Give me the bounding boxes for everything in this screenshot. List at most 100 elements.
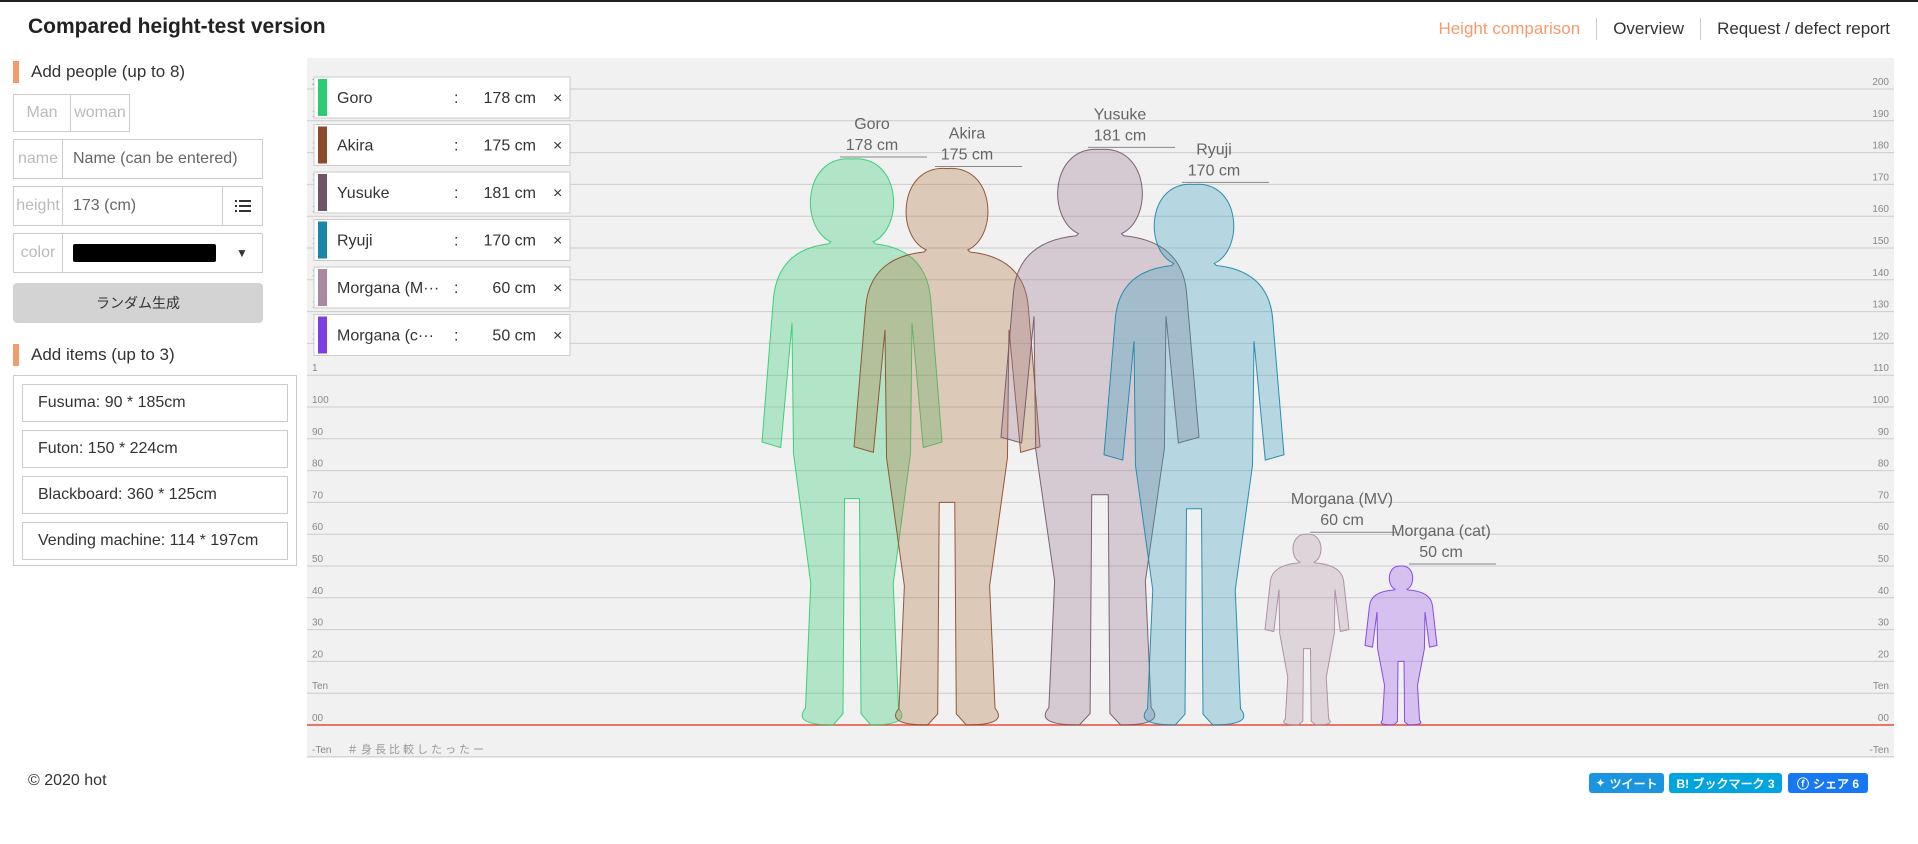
list-color-bar [318, 126, 327, 164]
remove-person-icon[interactable]: × [553, 233, 562, 250]
nav-request-report[interactable]: Request / defect report [1700, 18, 1890, 40]
scale-label-right: 30 [1878, 618, 1890, 629]
hashtag-text: ＃身長比較したったー [347, 742, 487, 756]
nav-height-comparison[interactable]: Height comparison [1422, 18, 1596, 40]
remove-person-icon[interactable]: × [553, 138, 562, 155]
share-label: シェア 6 [1813, 776, 1860, 791]
gender-toggle: Man woman [13, 94, 298, 132]
scale-label-left: 50 [312, 554, 324, 565]
remove-person-icon[interactable]: × [553, 280, 562, 297]
add-people-heading: Add people (up to 8) [13, 60, 298, 84]
gender-man-button[interactable]: Man [13, 94, 71, 132]
nav-overview[interactable]: Overview [1596, 18, 1700, 40]
list-color-bar [318, 269, 327, 306]
people-list-item[interactable]: Morgana (M···: 60 cm × [313, 266, 571, 309]
list-color-bar [318, 79, 327, 116]
color-swatch [73, 244, 216, 262]
gender-woman-button[interactable]: woman [70, 94, 130, 132]
hatena-bookmark-button[interactable]: B! ブックマーク 3 [1669, 773, 1782, 793]
list-separator: : [454, 138, 458, 155]
scale-label-right: 70 [1878, 490, 1890, 501]
scale-label-left: -Ten [312, 745, 331, 756]
scale-label-right: 170 [1872, 172, 1889, 183]
list-height: 175 cm [484, 138, 536, 155]
remove-person-icon[interactable]: × [553, 90, 562, 107]
scale-label-right: 180 [1872, 141, 1889, 152]
tweet-label: ツイート [1609, 776, 1658, 791]
item-blackboard[interactable]: Blackboard: 360 * 125cm [22, 476, 288, 514]
height-label: height [13, 186, 63, 226]
height-list-button[interactable] [223, 186, 263, 226]
scale-label-left: 100 [312, 395, 329, 406]
scale-label-right: 130 [1872, 300, 1889, 311]
list-name: Akira [337, 138, 374, 155]
remove-person-icon[interactable]: × [553, 185, 562, 202]
list-name: Morgana (c··· [337, 328, 434, 345]
add-items-heading: Add items (up to 3) [13, 343, 298, 367]
list-color-bar [318, 221, 327, 259]
scale-label-left: 70 [312, 490, 324, 501]
person-label-height: 178 cm [846, 137, 898, 154]
height-chart: 2002001190118011701160115011401130112011… [307, 58, 1894, 758]
person-label-height: 181 cm [1094, 127, 1146, 144]
height-row: height 173 (cm) [13, 186, 298, 226]
scale-label-right: 200 [1872, 77, 1889, 88]
scale-label-right: 40 [1878, 586, 1890, 597]
twitter-icon: ✦ [1595, 776, 1606, 790]
list-name: Ryuji [337, 233, 373, 250]
list-height: 181 cm [484, 185, 536, 202]
scale-label-left: 00 [312, 713, 324, 724]
scale-label-right: 120 [1872, 331, 1889, 342]
item-futon[interactable]: Futon: 150 * 224cm [22, 430, 288, 468]
main-nav: Height comparison Overview Request / def… [1422, 18, 1890, 40]
list-separator: : [454, 280, 458, 297]
people-list-item[interactable]: Goro: 178 cm × [313, 76, 571, 119]
person-silhouette-6 [1364, 565, 1438, 726]
list-height: 178 cm [484, 90, 536, 107]
name-input[interactable]: Name (can be entered) [63, 139, 263, 179]
people-list-item[interactable]: Akira: 175 cm × [313, 124, 571, 166]
list-height: 60 cm [492, 280, 536, 297]
person-label-height: 175 cm [941, 147, 993, 164]
name-label: name [13, 139, 63, 179]
scale-label-left: 30 [312, 618, 324, 629]
scale-label-left: 20 [312, 649, 324, 660]
random-generate-button[interactable]: ランダム生成 [13, 283, 263, 323]
color-select[interactable]: ▼ [63, 233, 263, 273]
height-input[interactable]: 173 (cm) [63, 186, 223, 226]
person-label-name: Ryuji [1196, 141, 1232, 158]
person-label-name: Morgana (MV) [1291, 491, 1393, 508]
item-vending-machine[interactable]: Vending machine: 114 * 197cm [22, 522, 288, 560]
color-row: color ▼ [13, 233, 298, 273]
scale-label-right: 100 [1872, 395, 1889, 406]
list-height: 50 cm [492, 328, 536, 345]
list-separator: : [454, 185, 458, 202]
item-fusuma[interactable]: Fusuma: 90 * 185cm [22, 384, 288, 422]
people-list-item[interactable]: Morgana (c···: 50 cm × [313, 314, 571, 356]
list-name: Goro [337, 90, 373, 107]
height-chart-svg: 2002001190118011701160115011401130112011… [307, 76, 1894, 758]
tweet-button[interactable]: ✦ ツイート [1589, 773, 1664, 793]
list-icon [234, 200, 251, 212]
list-name: Yusuke [337, 185, 390, 202]
person-label-height: 170 cm [1188, 162, 1240, 179]
scale-label-left: 80 [312, 459, 324, 470]
scale-label-right: 160 [1872, 204, 1889, 215]
remove-person-icon[interactable]: × [553, 328, 562, 345]
list-height: 170 cm [484, 233, 536, 250]
people-list-item[interactable]: Yusuke: 181 cm × [313, 171, 571, 214]
items-list: Fusuma: 90 * 185cm Futon: 150 * 224cm Bl… [13, 375, 297, 566]
facebook-share-button[interactable]: ⓕ シェア 6 [1788, 773, 1868, 793]
scale-label-left: 1 [312, 363, 318, 374]
scale-label-right: Ten [1873, 681, 1889, 692]
scale-label-right: 90 [1878, 427, 1890, 438]
people-list-item[interactable]: Ryuji: 170 cm × [313, 219, 571, 261]
scale-label-right: 00 [1878, 713, 1890, 724]
list-separator: : [454, 328, 458, 345]
sidebar: Add people (up to 8) Man woman name Name… [13, 60, 298, 566]
list-separator: : [454, 233, 458, 250]
site-header: Compared height-test version Height comp… [0, 2, 1918, 52]
person-label-name: Morgana (cat) [1391, 523, 1491, 540]
site-title: Compared height-test version [28, 15, 326, 38]
scale-label-left: 60 [312, 522, 324, 533]
